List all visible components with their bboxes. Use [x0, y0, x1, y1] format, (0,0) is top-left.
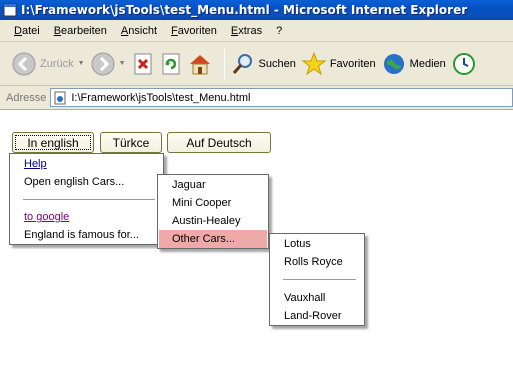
menu-separator [23, 199, 155, 200]
submenu-lotus[interactable]: Lotus [271, 235, 363, 253]
forward-dropdown-icon[interactable]: ▼ [119, 60, 126, 67]
media-button[interactable]: Medien [382, 47, 446, 81]
menu-england-famous[interactable]: England is famous for... [11, 226, 162, 244]
toolbar-separator [223, 48, 225, 79]
menu-open-english-cars[interactable]: Open english Cars... [11, 173, 162, 191]
history-button[interactable] [452, 47, 476, 81]
menu-to-google-link[interactable]: to google [11, 208, 162, 226]
stop-icon [134, 53, 151, 74]
window-title: I:\Framework\jsTools\test_Menu.html - Mi… [21, 3, 468, 17]
menu-extras[interactable]: Extras [231, 25, 262, 37]
back-label: Zurück [40, 57, 74, 70]
search-icon [232, 53, 252, 74]
search-button[interactable]: Suchen [231, 47, 296, 81]
ie-window-icon[interactable] [3, 3, 17, 17]
submenu-vauxhall[interactable]: Vauxhall [271, 289, 363, 307]
media-globe-icon [383, 53, 404, 74]
forward-button[interactable]: ▼ [91, 47, 126, 81]
address-input[interactable]: I:\Framework\jsTools\test_Menu.html [50, 88, 513, 107]
submenu-mini-cooper[interactable]: Mini Cooper [159, 194, 267, 212]
forward-arrow-icon [91, 52, 115, 75]
submenu-separator [283, 279, 356, 280]
submenu-other-cars[interactable]: Other Cars... [159, 230, 267, 248]
address-bar: Adresse I:\Framework\jsTools\test_Menu.h… [0, 86, 513, 110]
german-button[interactable]: Auf Deutsch [167, 132, 271, 153]
english-button[interactable]: In english [12, 132, 94, 153]
menu-datei[interactable]: Datei [14, 25, 40, 37]
submenu-land-rover[interactable]: Land-Rover [271, 307, 363, 325]
title-bar[interactable]: I:\Framework\jsTools\test_Menu.html - Mi… [0, 0, 513, 20]
home-button[interactable] [188, 47, 212, 81]
submenu-jaguar[interactable]: Jaguar [159, 176, 267, 194]
address-value: I:\Framework\jsTools\test_Menu.html [71, 91, 251, 104]
menu-ansicht[interactable]: Ansicht [121, 25, 157, 37]
menu-help[interactable]: ? [276, 25, 282, 37]
back-arrow-icon [12, 52, 36, 75]
other-cars-submenu: Lotus Rolls Royce Vauxhall Land-Rover [269, 233, 365, 326]
stop-button[interactable] [132, 47, 154, 81]
favorites-label: Favoriten [329, 57, 376, 70]
search-label: Suchen [258, 57, 296, 70]
turkish-button[interactable]: Türkce [100, 132, 162, 153]
page-icon [54, 91, 66, 104]
menu-bar: Datei Bearbeiten Ansicht Favoriten Extra… [0, 20, 513, 42]
menu-help-link[interactable]: Help [11, 155, 162, 173]
media-label: Medien [409, 57, 446, 70]
star-icon [301, 51, 326, 75]
submenu-austin-healey[interactable]: Austin-Healey [159, 212, 267, 230]
home-icon [189, 54, 210, 74]
favorites-button[interactable]: Favoriten [301, 47, 376, 81]
refresh-button[interactable] [160, 47, 182, 81]
cars-submenu: Jaguar Mini Cooper Austin-Healey Other C… [157, 174, 269, 249]
back-button[interactable]: Zurück ▼ [12, 47, 85, 81]
main-dropdown-menu: Help Open english Cars... to google Engl… [9, 153, 164, 245]
toolbar: Zurück ▼ ▼ Suchen Favoriten Medien [0, 42, 513, 86]
menu-favoriten[interactable]: Favoriten [171, 25, 217, 37]
back-dropdown-icon[interactable]: ▼ [78, 60, 85, 67]
submenu-rolls-royce[interactable]: Rolls Royce [271, 253, 363, 271]
address-label: Adresse [6, 91, 47, 104]
menu-bearbeiten[interactable]: Bearbeiten [54, 25, 107, 37]
history-icon [452, 52, 475, 75]
refresh-icon [162, 53, 179, 74]
page-content: In english Türkce Auf Deutsch Help Open … [0, 111, 513, 365]
